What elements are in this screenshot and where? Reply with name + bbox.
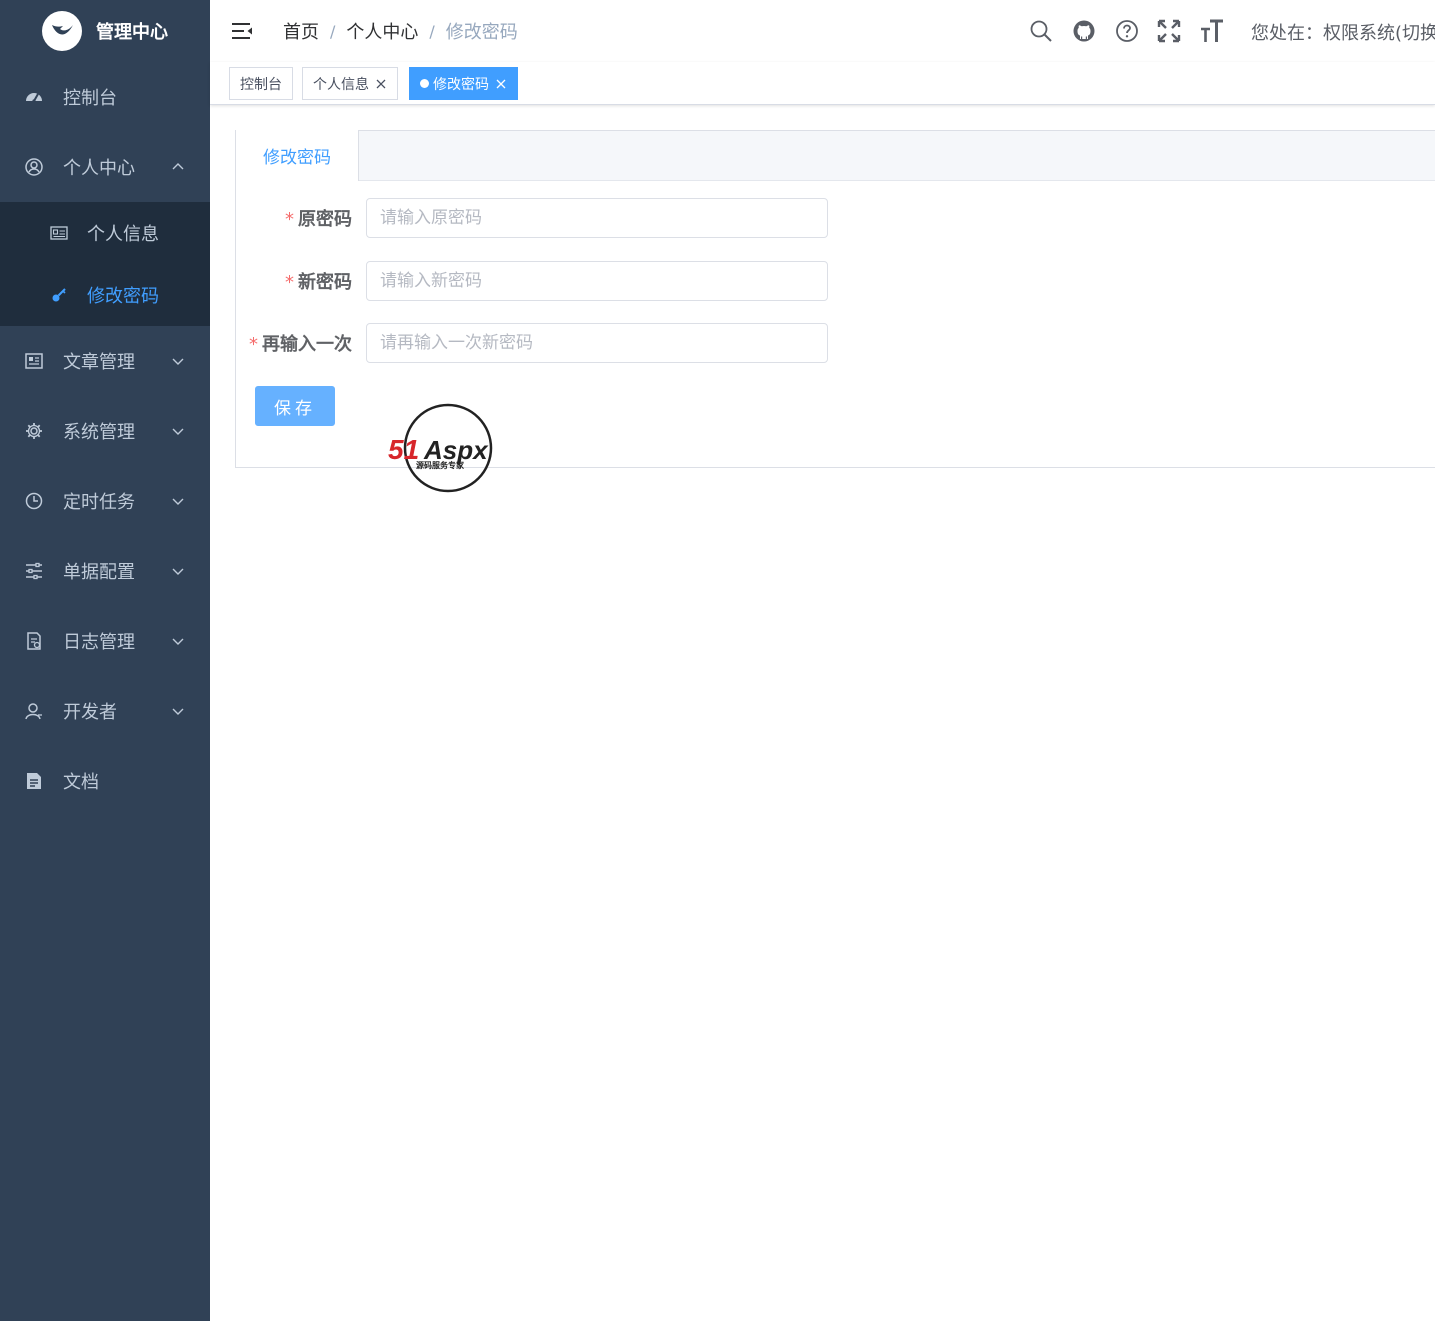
hamburger-icon[interactable] (230, 20, 254, 42)
form-row-old-password: * 原密码 (236, 198, 828, 238)
document-icon (24, 771, 44, 791)
logo-bird-icon (42, 11, 82, 51)
tag-label: 个人信息 (313, 76, 369, 93)
confirm-password-input[interactable] (366, 323, 828, 363)
tab-change-password[interactable]: 修改密码 (235, 130, 359, 181)
clock-icon (24, 491, 44, 511)
sidebar-item-doc-config[interactable]: 单据配置 (0, 536, 210, 606)
required-mark: * (249, 334, 258, 355)
breadcrumb-separator: / (429, 21, 435, 41)
sidebar-item-label: 日志管理 (63, 632, 135, 653)
required-mark: * (285, 209, 294, 230)
sidebar-item-label: 开发者 (63, 702, 117, 723)
form-row-new-password: * 新密码 (236, 261, 828, 301)
help-icon[interactable] (1114, 18, 1140, 44)
new-password-input[interactable] (366, 261, 828, 301)
sidebar-item-developer[interactable]: 开发者 (0, 676, 210, 746)
chevron-down-icon (172, 705, 184, 717)
logo-title: 管理中心 (96, 22, 168, 43)
required-mark: * (285, 272, 294, 293)
article-icon (24, 351, 44, 371)
watermark-tagline: 源码服务专家 (416, 460, 465, 470)
sidebar-item-personal-center[interactable]: 个人中心 (0, 132, 210, 202)
sidebar-item-scheduled-tasks[interactable]: 定时任务 (0, 466, 210, 536)
breadcrumb: 首页 / 个人中心 / 修改密码 (283, 18, 518, 44)
breadcrumb-current: 修改密码 (445, 22, 518, 43)
active-dot-icon (420, 79, 429, 88)
logo[interactable]: 管理中心 (0, 0, 210, 62)
tag-label: 控制台 (240, 76, 282, 93)
breadcrumb-personal-center[interactable]: 个人中心 (346, 18, 418, 44)
font-size-icon[interactable] (1199, 18, 1225, 44)
old-password-label: * 原密码 (236, 205, 366, 231)
gear-icon (24, 421, 44, 441)
tab-bar: 修改密码 (235, 130, 1435, 181)
tag-change-password[interactable]: 修改密码 (409, 67, 518, 100)
watermark-logo: 51 Aspx 源码服务专家 (388, 403, 493, 493)
chevron-down-icon (172, 355, 184, 367)
field-label-text: 再输入一次 (262, 334, 352, 355)
log-icon (24, 631, 44, 651)
close-icon[interactable] (375, 78, 387, 90)
chevron-down-icon (172, 565, 184, 577)
id-card-icon (50, 224, 68, 242)
old-password-input[interactable] (366, 198, 828, 238)
breadcrumb-home[interactable]: 首页 (283, 18, 319, 44)
key-icon (50, 286, 68, 304)
save-button[interactable]: 保存 (255, 386, 335, 426)
sidebar-item-label: 个人中心 (63, 158, 135, 179)
sidebar-item-label: 定时任务 (63, 492, 135, 513)
sidebar-subitem-profile[interactable]: 个人信息 (0, 202, 210, 264)
field-label-text: 新密码 (298, 272, 352, 293)
sidebar-item-logs[interactable]: 日志管理 (0, 606, 210, 676)
dashboard-icon (24, 87, 44, 107)
github-icon[interactable] (1071, 18, 1097, 44)
sidebar-item-label: 系统管理 (63, 422, 135, 443)
tag-label: 修改密码 (433, 76, 489, 93)
tag-dashboard[interactable]: 控制台 (229, 67, 293, 100)
sidebar-item-label: 文档 (63, 772, 99, 793)
sidebar-item-system[interactable]: 系统管理 (0, 396, 210, 466)
field-label-text: 原密码 (298, 209, 352, 230)
tags-view: 控制台 个人信息 修改密码 (210, 62, 1435, 105)
sidebar-item-label: 单据配置 (63, 562, 135, 583)
developer-icon (24, 701, 44, 721)
sliders-icon (24, 561, 44, 581)
tag-profile[interactable]: 个人信息 (302, 67, 398, 100)
sidebar-item-label: 文章管理 (63, 352, 135, 373)
sidebar-subitem-change-password[interactable]: 修改密码 (0, 264, 210, 326)
fullscreen-icon[interactable] (1156, 18, 1182, 44)
chevron-down-icon (172, 495, 184, 507)
chevron-up-icon (172, 161, 184, 173)
sidebar-item-docs[interactable]: 文档 (0, 746, 210, 816)
chevron-down-icon (172, 635, 184, 647)
breadcrumb-separator: / (330, 21, 336, 41)
watermark-brand-51: 51 (388, 434, 419, 465)
navbar: 首页 / 个人中心 / 修改密码 您处在：权限系统(切换 (210, 0, 1435, 62)
confirm-password-label: * 再输入一次 (236, 330, 366, 356)
sidebar-item-label: 控制台 (63, 88, 117, 109)
sidebar-subitem-label: 个人信息 (87, 224, 159, 245)
user-circle-icon (24, 157, 44, 177)
search-icon[interactable] (1028, 18, 1054, 44)
sidebar-item-articles[interactable]: 文章管理 (0, 326, 210, 396)
sidebar-item-dashboard[interactable]: 控制台 (0, 62, 210, 132)
new-password-label: * 新密码 (236, 268, 366, 294)
submenu-personal-center: 个人信息 修改密码 (0, 202, 210, 326)
form-row-confirm-password: * 再输入一次 (236, 323, 828, 363)
sidebar-subitem-label: 修改密码 (87, 286, 159, 307)
chevron-down-icon (172, 425, 184, 437)
sidebar: 管理中心 控制台 个人中心 个人信息 修改密码 文章管理 系统管理 定时任务 单… (0, 0, 210, 1321)
current-location-text[interactable]: 您处在：权限系统(切换 (1251, 19, 1435, 45)
close-icon[interactable] (495, 78, 507, 90)
